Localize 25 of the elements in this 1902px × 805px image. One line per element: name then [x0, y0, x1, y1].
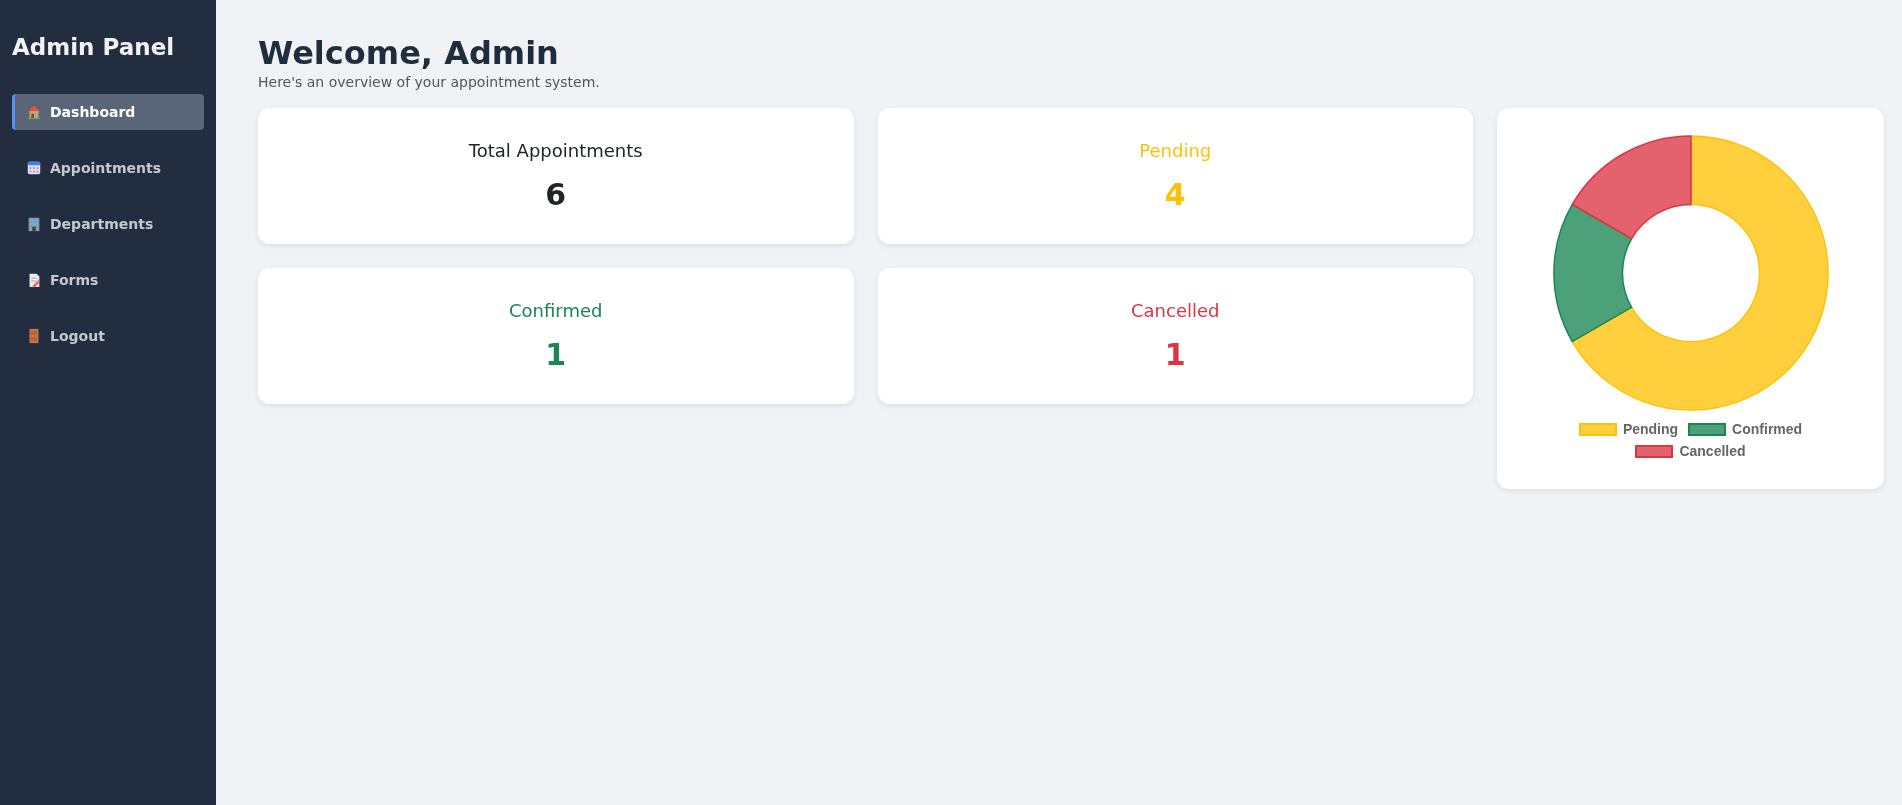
- stat-value: 4: [1164, 177, 1186, 212]
- legend-swatch: [1688, 422, 1727, 436]
- stat-value: 1: [1164, 337, 1186, 372]
- nav-item[interactable]: Dashboard: [12, 94, 204, 130]
- stat-label: Cancelled: [1131, 300, 1220, 321]
- stat-label: Confirmed: [509, 300, 603, 321]
- page-title: Welcome, Admin: [258, 34, 560, 72]
- legend-label: Confirmed: [1732, 421, 1803, 437]
- legend-swatch: [1578, 422, 1617, 436]
- nav-item[interactable]: Forms: [12, 262, 204, 298]
- sidebar-title: Admin Panel: [12, 34, 176, 60]
- nav-item[interactable]: Appointments: [12, 150, 204, 186]
- stat-label: Pending: [1139, 140, 1212, 161]
- legend-label: Cancelled: [1679, 443, 1746, 459]
- page-subtitle: Here's an overview of your appointment system.: [258, 74, 601, 90]
- nav-item[interactable]: Logout: [12, 318, 204, 354]
- building-icon: [26, 216, 42, 232]
- calendar-icon: [26, 160, 42, 176]
- house-icon: [26, 104, 42, 120]
- nav-item[interactable]: Departments: [12, 206, 204, 242]
- stat-value: 6: [545, 177, 567, 212]
- legend-label: Pending: [1622, 421, 1679, 437]
- legend-swatch: [1635, 444, 1674, 458]
- stat-label: Total Appointments: [468, 140, 643, 161]
- stat-value: 1: [545, 337, 567, 372]
